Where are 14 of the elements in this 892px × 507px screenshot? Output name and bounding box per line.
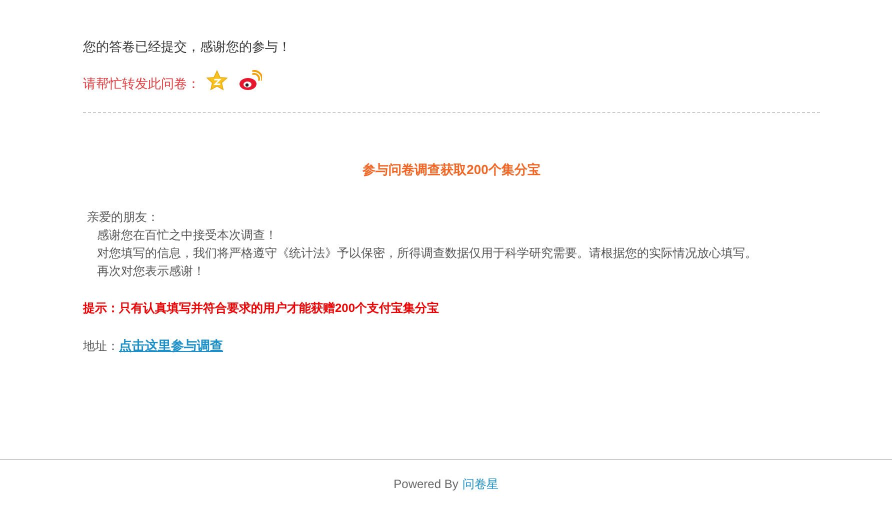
weibo-icon[interactable] <box>238 70 262 92</box>
tip-text: 提示：只有认真填写并符合要求的用户才能获赠200个支付宝集分宝 <box>83 301 440 315</box>
submitted-message: 您的答卷已经提交，感谢您的参与！ <box>83 39 291 54</box>
powered-by-text: Powered By <box>394 476 458 492</box>
star-icon[interactable] <box>206 70 228 92</box>
paragraph: 对您填写的信息，我们将严格遵守《统计法》予以保密，所得调查数据仅用于科学研究需要。请根据您的实际情况放心填写。 <box>96 245 757 262</box>
paragraph: 感谢您在百忙之中接受本次调查！ <box>96 227 277 244</box>
survey-title: 参与问卷调查获取200个集分宝 <box>362 162 540 177</box>
footer-link[interactable]: 问卷星 <box>462 474 498 492</box>
greeting: 亲爱的朋友： <box>86 209 159 226</box>
survey-link[interactable]: 点击这里参与调查 <box>119 337 223 355</box>
address-label: 地址： <box>83 338 119 355</box>
share-label: 请帮忙转发此问卷： <box>83 75 200 94</box>
paragraph: 再次对您表示感谢！ <box>96 263 205 280</box>
